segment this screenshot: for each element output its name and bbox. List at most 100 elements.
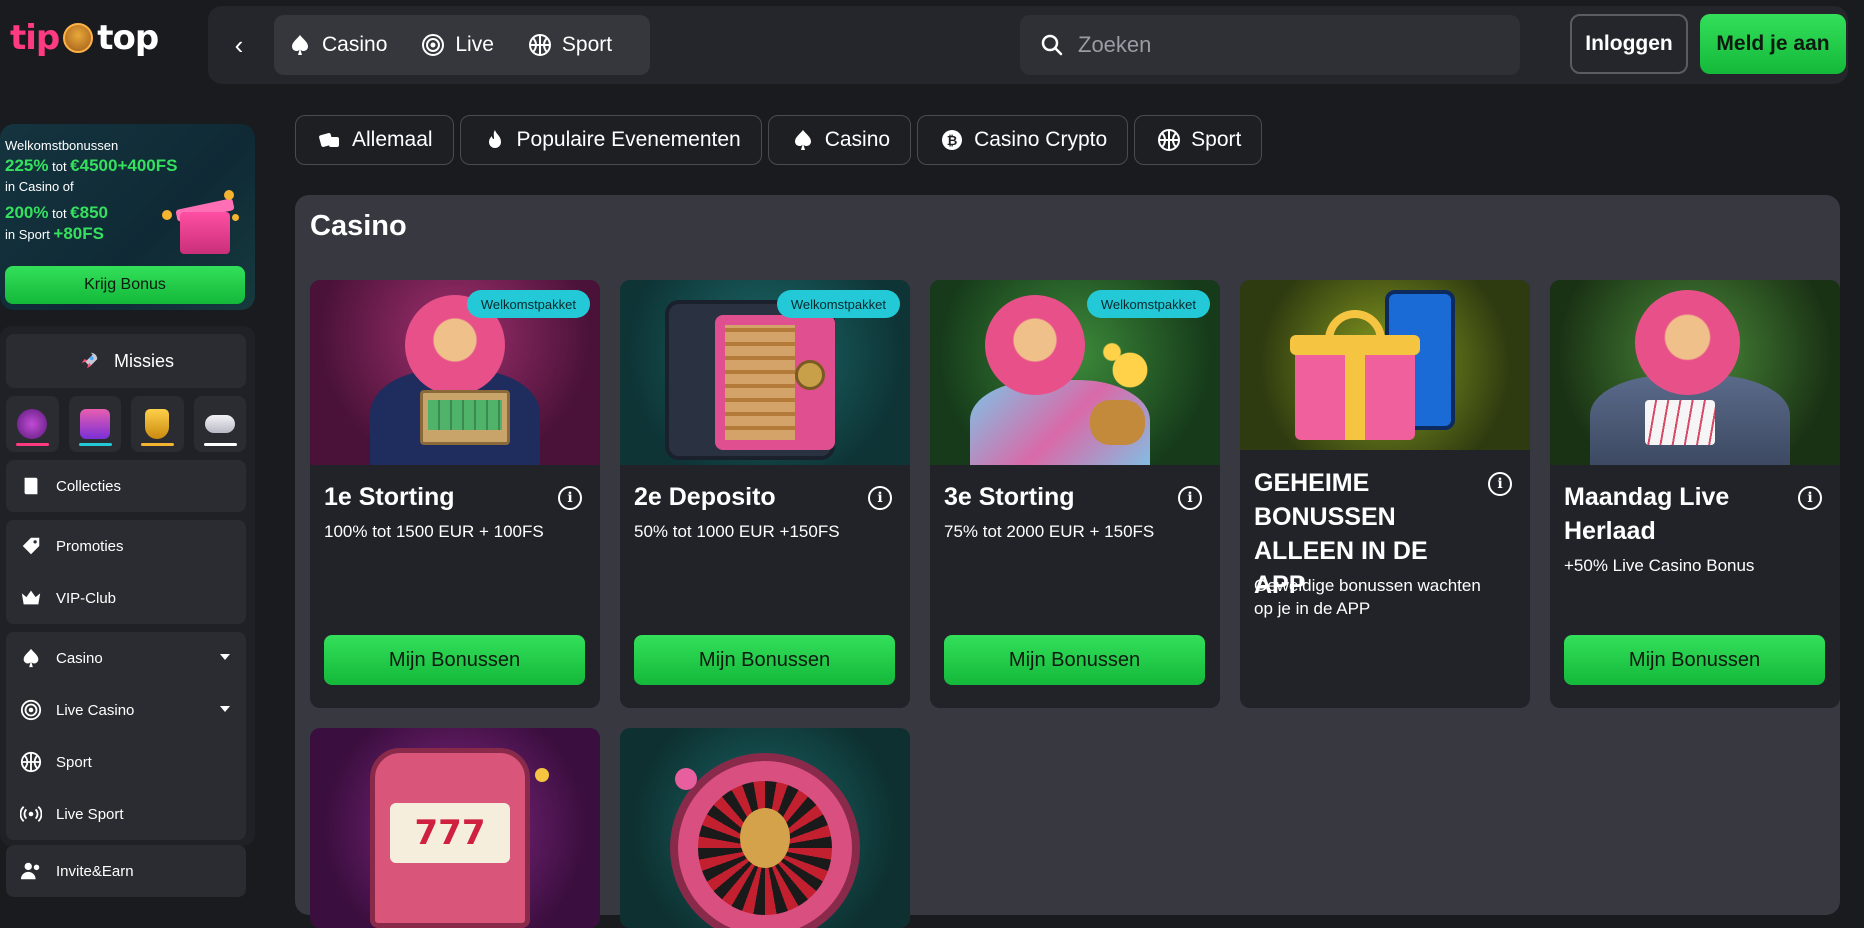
welcome-package-badge: Welkomstpakket: [1086, 290, 1210, 318]
sidebar-group-games: Casino Live Casino Sport Live Sport: [6, 632, 246, 840]
info-icon[interactable]: i: [1798, 486, 1822, 510]
sidebar-item-promotions[interactable]: Promoties: [6, 520, 246, 572]
missions-button[interactable]: Missies: [6, 334, 246, 388]
card-description: 50% tot 1000 EUR +150FS: [634, 522, 840, 541]
sidebar-item-label: Promoties: [56, 537, 124, 555]
filter-all[interactable]: Allemaal: [295, 115, 454, 165]
filter-label: Casino: [824, 128, 891, 151]
nav-casino-label: Casino: [322, 33, 388, 56]
search-icon: [1041, 34, 1063, 56]
bonus-card-second-deposit[interactable]: Welkomstpakket 2e Deposito i 50% tot 100…: [620, 280, 910, 708]
mission-tile-wheel[interactable]: [6, 396, 59, 452]
info-icon[interactable]: i: [1178, 486, 1202, 510]
my-bonuses-button[interactable]: Mijn Bonussen: [324, 635, 585, 685]
back-button[interactable]: ‹: [224, 26, 254, 64]
mission-tile-trophy[interactable]: [131, 396, 184, 452]
mission-icons-row: [6, 396, 246, 452]
slot-machine-card[interactable]: 777: [310, 728, 600, 928]
section-title: Casino: [310, 210, 407, 242]
sidebar-item-vip-club[interactable]: VIP-Club: [6, 572, 246, 624]
card-description: Geweldige bonussen wachten op je in de A…: [1254, 576, 1481, 618]
bonus-card-app-secret[interactable]: GEHEIME BONUSSEN ALLEEN IN DE APP i Gewe…: [1240, 280, 1530, 708]
spade-icon: [794, 130, 811, 150]
search-input[interactable]: [1078, 32, 1498, 58]
bonus-card-monday-reload[interactable]: Maandag Live Herlaad i +50% Live Casino …: [1550, 280, 1840, 708]
filter-label: Allemaal: [352, 128, 433, 151]
card-title: 1e Storting: [324, 483, 455, 511]
brand-logo[interactable]: tip top: [10, 18, 160, 58]
ball-icon: [528, 34, 551, 56]
card-title: Maandag Live Herlaad: [1564, 483, 1730, 545]
info-icon[interactable]: i: [1488, 472, 1512, 496]
chevron-down-icon: [220, 706, 230, 712]
bonus-card-first-deposit[interactable]: Welkomstpakket 1e Storting i 100% tot 15…: [310, 280, 600, 708]
filter-casino[interactable]: Casino: [767, 115, 912, 165]
flame-icon: [488, 130, 501, 148]
sidebar-item-label: Collecties: [56, 477, 122, 495]
svg-text:₿: ₿: [947, 134, 958, 149]
sidebar-item-label: Live Sport: [56, 805, 124, 823]
my-bonuses-button[interactable]: Mijn Bonussen: [634, 635, 895, 685]
nav-live-label: Live: [455, 33, 494, 56]
my-bonuses-button[interactable]: Mijn Bonussen: [944, 635, 1205, 685]
sidebar-item-live-sport[interactable]: Live Sport: [6, 788, 246, 840]
welcome-package-badge: Welkomstpakket: [466, 290, 590, 318]
card-description: 100% tot 1500 EUR + 100FS: [324, 522, 544, 541]
tag-icon: [22, 537, 40, 555]
filter-popular-events[interactable]: Populaire Evenementen: [459, 115, 762, 165]
gift-box-icon: [162, 190, 239, 256]
bonus-card-third-deposit[interactable]: Welkomstpakket 3e Storting i 75% tot 200…: [930, 280, 1220, 708]
dice-icon: [319, 133, 339, 147]
mission-tile-games[interactable]: [193, 396, 246, 452]
info-icon[interactable]: i: [558, 486, 582, 510]
info-icon[interactable]: i: [868, 486, 892, 510]
search-box: [1020, 15, 1520, 75]
promo-line-3: in Casino of: [5, 179, 74, 194]
mission-tile-store[interactable]: [68, 396, 121, 452]
lion-with-cards-image: [1550, 280, 1840, 465]
welcome-package-badge: Welkomstpakket: [776, 290, 900, 318]
filter-casino-crypto[interactable]: ₿ Casino Crypto: [917, 115, 1129, 165]
my-bonuses-button[interactable]: Mijn Bonussen: [1564, 635, 1825, 685]
ball-icon: [1158, 129, 1181, 151]
gamepad-icon: [204, 415, 235, 433]
users-icon: [20, 862, 40, 880]
chevron-down-icon: [220, 654, 230, 660]
sidebar-item-sport[interactable]: Sport: [6, 736, 246, 788]
promo-line-2: 225% tot €4500+400FS: [5, 156, 178, 175]
chevron-left-icon: ‹: [234, 29, 244, 60]
spade-icon: [292, 35, 308, 55]
sidebar-item-casino[interactable]: Casino: [6, 632, 246, 684]
sidebar-item-label: Invite&Earn: [56, 862, 134, 880]
live-chip-icon: [20, 699, 42, 721]
sidebar-item-collections[interactable]: Collecties: [6, 460, 246, 512]
sidebar-group-invite: Invite&Earn: [6, 845, 246, 897]
main-nav: Casino Live Sport: [274, 15, 650, 75]
rocket-icon: [81, 352, 98, 369]
gift-and-phone-image: [1240, 280, 1530, 450]
logo-text-top: top: [97, 18, 159, 58]
sidebar-item-label: Sport: [56, 753, 92, 771]
promo-line-5: in Sport +80FS: [5, 224, 104, 243]
card-title: 2e Deposito: [634, 483, 776, 511]
nav-sport-label: Sport: [561, 33, 613, 56]
nav-casino[interactable]: Casino: [288, 33, 387, 57]
login-button[interactable]: Inloggen: [1570, 14, 1688, 74]
nav-sport[interactable]: Sport: [528, 33, 612, 57]
live-chip-icon: [422, 34, 445, 56]
signup-button[interactable]: Meld je aan: [1700, 14, 1846, 74]
sidebar-item-live-casino[interactable]: Live Casino: [6, 684, 246, 736]
category-filters: Allemaal Populaire Evenementen Casino ₿ …: [295, 115, 1263, 165]
promo-line-1: Welkomstbonussen: [5, 138, 119, 153]
card-description: +50% Live Casino Bonus: [1564, 556, 1755, 575]
logo-text-tip: tip: [10, 18, 60, 58]
missions-label: Missies: [113, 350, 174, 371]
nav-live[interactable]: Live: [421, 33, 494, 57]
roulette-card[interactable]: [620, 728, 910, 928]
sidebar-item-invite-earn[interactable]: Invite&Earn: [6, 845, 246, 897]
get-bonus-button[interactable]: Krijg Bonus: [5, 266, 245, 304]
lion-logo-icon: [63, 23, 94, 53]
spade-icon: [23, 648, 39, 668]
filter-sport[interactable]: Sport: [1134, 115, 1263, 165]
sidebar-group-collections: Collecties: [6, 460, 246, 512]
